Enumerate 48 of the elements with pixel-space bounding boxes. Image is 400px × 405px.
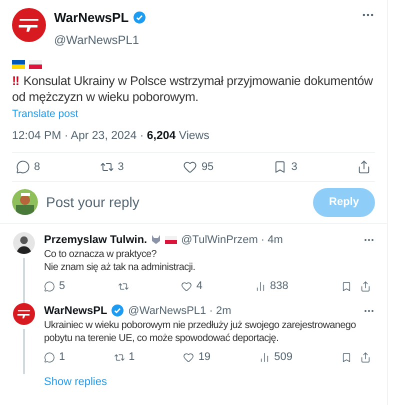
reply-author-name: Przemyslaw Tulwin. <box>44 232 148 248</box>
reply-text: Ukrainiec w wieku poborowym nie przedłuży już swojego zarejestrowanego pobytu na terenie UE, co może spowodować deportację. <box>44 319 357 345</box>
comment-count-button[interactable]: 1 <box>44 349 66 366</box>
repost-button[interactable]: 1 <box>114 349 135 366</box>
speech-bubble-icon <box>44 280 55 292</box>
repost-icon <box>118 280 129 292</box>
reply-handle: @TulWinPrzem · 4m <box>181 232 283 248</box>
like-button[interactable]: 4 <box>181 278 202 294</box>
bar-chart-icon <box>255 280 266 292</box>
heart-icon <box>183 352 194 363</box>
speech-bubble-icon <box>44 352 55 363</box>
share-icon <box>360 352 371 363</box>
share-button[interactable] <box>357 160 371 174</box>
like-button[interactable]: 95 <box>183 158 214 175</box>
speech-bubble-icon <box>16 160 30 174</box>
wolf-icon <box>151 235 162 244</box>
reply-text: Co to oznacza w praktyce? <box>44 248 158 261</box>
share-icon <box>357 160 371 174</box>
author-name: WarNewsPL <box>54 9 129 27</box>
comment-count-button[interactable]: 8 <box>16 158 40 175</box>
poland-flag-icon <box>29 60 42 68</box>
comment-count-button[interactable]: 5 <box>44 278 66 294</box>
views-button[interactable]: 509 <box>259 349 292 366</box>
reply-handle: @WarNewsPL1 · 2m <box>128 304 232 318</box>
post-text: ‼ Konsulat Ukrainy w Polsce wstrzymał przyjmowanie dokumentów od mężczyzn w wieku poborowym. <box>12 72 374 104</box>
share-icon <box>360 280 371 292</box>
bookmark-button[interactable] <box>340 352 352 363</box>
reply-text: Nie znam się aż tak na administracji. <box>44 261 196 274</box>
share-button[interactable] <box>360 280 371 292</box>
bookmark-button[interactable]: 3 <box>273 158 298 175</box>
bookmark-icon <box>340 280 352 292</box>
share-button[interactable] <box>360 352 371 363</box>
repost-icon <box>114 352 125 363</box>
like-button[interactable]: 19 <box>183 349 211 366</box>
views-button[interactable]: 838 <box>255 278 288 294</box>
bookmark-button[interactable] <box>340 280 352 292</box>
bookmark-icon <box>273 160 288 174</box>
heart-icon <box>183 160 198 174</box>
bar-chart-icon <box>259 352 270 363</box>
bookmark-icon <box>340 352 352 363</box>
poland-flag-icon <box>165 236 178 244</box>
post-meta: 12:04 PM · Apr 23, 2024 · 6,204 Views <box>12 128 375 152</box>
author-handle: @WarNewsPL1 <box>54 32 140 46</box>
repost-button[interactable] <box>118 280 129 292</box>
repost-button[interactable]: 3 <box>100 158 124 175</box>
heart-icon <box>181 280 192 292</box>
ukraine-flag-icon <box>12 60 25 68</box>
reply-author-name: WarNewsPL <box>44 304 108 318</box>
